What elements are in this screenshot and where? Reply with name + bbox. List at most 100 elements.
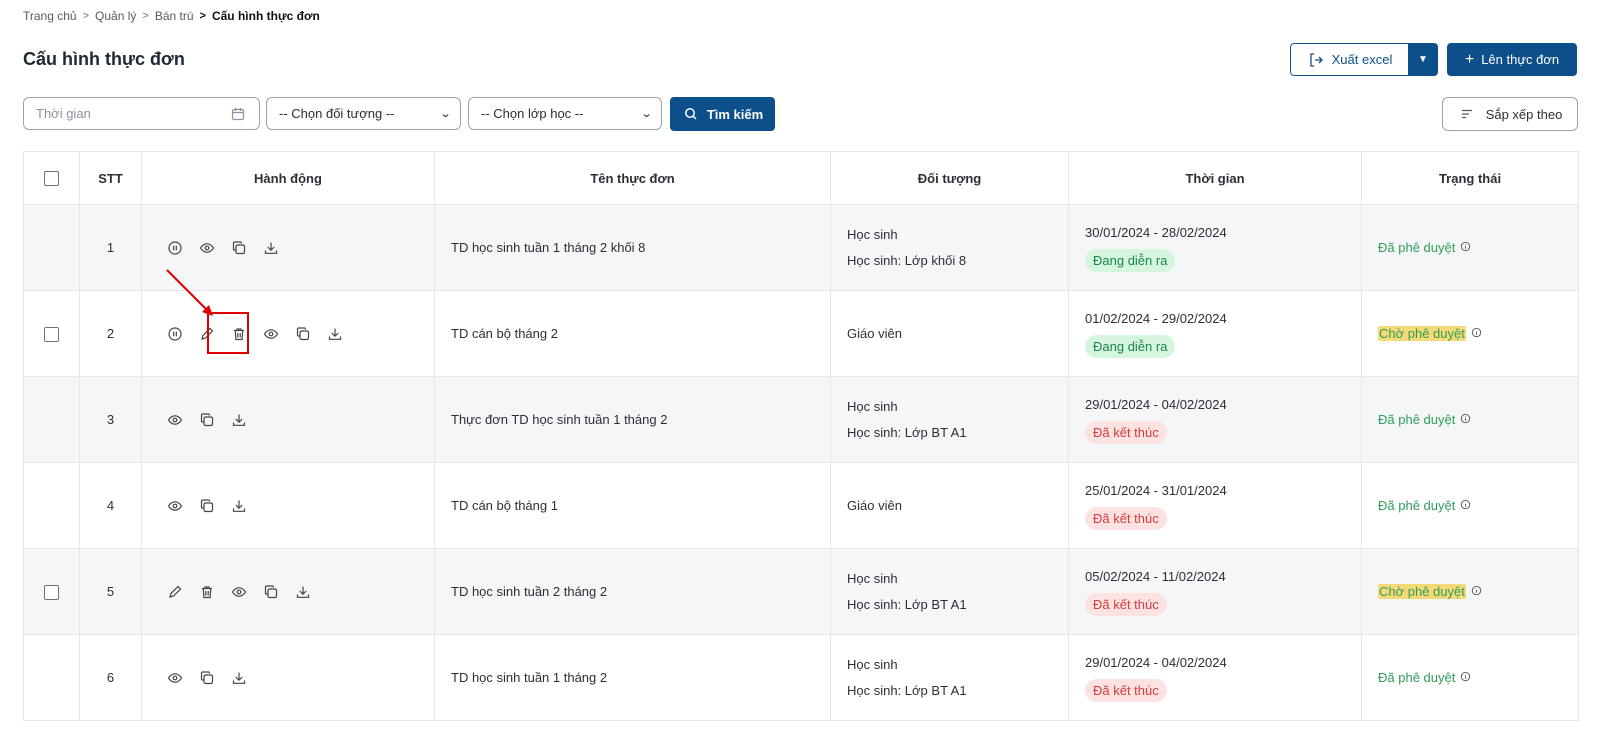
date-filter-input[interactable]: Thời gian bbox=[23, 97, 260, 130]
row-target-line: Học sinh bbox=[847, 398, 898, 414]
search-button[interactable]: Tìm kiếm bbox=[670, 97, 775, 131]
info-icon[interactable] bbox=[1460, 498, 1471, 513]
row-select-cell bbox=[23, 204, 80, 291]
export-dropdown-toggle[interactable]: ▼ bbox=[1408, 43, 1438, 76]
row-menu-name[interactable]: TD cán bộ tháng 1 bbox=[434, 462, 831, 549]
row-checkbox[interactable] bbox=[44, 584, 59, 600]
export-icon bbox=[1307, 51, 1325, 69]
chevron-down-icon: ⌄ bbox=[439, 108, 452, 120]
class-select-value: -- Chọn lớp học -- bbox=[481, 106, 584, 121]
pause-icon[interactable] bbox=[166, 325, 184, 343]
row-date-range: 01/02/2024 - 29/02/2024 bbox=[1085, 311, 1227, 326]
delete-trash-icon[interactable] bbox=[230, 325, 248, 343]
info-icon[interactable] bbox=[1471, 584, 1482, 599]
new-menu-button[interactable]: + Lên thực đơn bbox=[1447, 43, 1577, 76]
page-title: Cấu hình thực đơn bbox=[23, 49, 185, 69]
copy-icon[interactable] bbox=[198, 411, 216, 429]
row-target: Giáo viên bbox=[830, 290, 1069, 377]
row-target: Học sinh Học sinh: Lớp BT A1 bbox=[830, 376, 1069, 463]
status-badge: Đã phê duyệt bbox=[1378, 670, 1456, 685]
view-eye-icon[interactable] bbox=[262, 325, 280, 343]
delete-trash-icon[interactable] bbox=[198, 583, 216, 601]
row-actions bbox=[141, 462, 435, 549]
view-eye-icon[interactable] bbox=[166, 669, 184, 687]
search-label: Tìm kiếm bbox=[706, 106, 764, 122]
breadcrumb-home[interactable]: Trang chủ bbox=[23, 9, 77, 23]
row-stt: 4 bbox=[79, 462, 142, 549]
row-menu-name[interactable]: Thực đơn TD học sinh tuần 1 tháng 2 bbox=[434, 376, 831, 463]
download-icon[interactable] bbox=[326, 325, 344, 343]
breadcrumb-current: Cấu hình thực đơn bbox=[211, 9, 320, 23]
copy-icon[interactable] bbox=[230, 239, 248, 257]
view-eye-icon[interactable] bbox=[166, 497, 184, 515]
select-all-checkbox[interactable] bbox=[44, 171, 59, 187]
row-checkbox[interactable] bbox=[44, 326, 59, 342]
copy-icon[interactable] bbox=[198, 497, 216, 515]
info-icon[interactable] bbox=[1460, 670, 1471, 685]
row-target: Học sinh Học sinh: Lớp khối 8 bbox=[830, 204, 1069, 291]
view-eye-icon[interactable] bbox=[230, 583, 248, 601]
row-status: Chờ phê duyệt bbox=[1361, 548, 1579, 635]
phase-badge: Đang diễn ra bbox=[1085, 335, 1176, 358]
row-date-range: 25/01/2024 - 31/01/2024 bbox=[1085, 483, 1227, 498]
date-filter-placeholder: Thời gian bbox=[36, 106, 91, 121]
breadcrumb-manage[interactable]: Quản lý bbox=[95, 9, 136, 23]
caret-down-icon: ▼ bbox=[1418, 54, 1428, 65]
row-stt: 1 bbox=[79, 204, 142, 291]
row-target-line: Học sinh: Lớp khối 8 bbox=[847, 252, 967, 268]
table-header-row: STT Hành động Tên thực đơn Đối tượng Thờ… bbox=[23, 151, 1579, 205]
row-status: Đã phê duyệt bbox=[1361, 462, 1579, 549]
copy-icon[interactable] bbox=[198, 669, 216, 687]
row-select-cell bbox=[23, 634, 80, 721]
row-select-cell bbox=[23, 376, 80, 463]
edit-pencil-icon[interactable] bbox=[166, 583, 184, 601]
row-date-range: 05/02/2024 - 11/02/2024 bbox=[1085, 569, 1226, 584]
sort-button[interactable]: Sắp xếp theo bbox=[1442, 97, 1578, 131]
export-excel-button[interactable]: Xuất excel bbox=[1290, 43, 1408, 76]
row-select-cell bbox=[23, 462, 80, 549]
row-select-cell bbox=[23, 290, 80, 377]
header-name: Tên thực đơn bbox=[434, 151, 831, 205]
breadcrumb-separator-icon: > bbox=[142, 10, 149, 22]
download-icon[interactable] bbox=[230, 411, 248, 429]
row-menu-name[interactable]: TD cán bộ tháng 2 bbox=[434, 290, 831, 377]
download-icon[interactable] bbox=[230, 497, 248, 515]
info-icon[interactable] bbox=[1471, 326, 1482, 341]
info-icon[interactable] bbox=[1460, 240, 1471, 255]
row-status: Đã phê duyệt bbox=[1361, 634, 1579, 721]
download-icon[interactable] bbox=[230, 669, 248, 687]
row-actions bbox=[141, 634, 435, 721]
status-badge: Chờ phê duyệt bbox=[1378, 584, 1466, 599]
class-select[interactable]: -- Chọn lớp học -- ⌄ bbox=[468, 97, 662, 130]
view-eye-icon[interactable] bbox=[198, 239, 216, 257]
copy-icon[interactable] bbox=[262, 583, 280, 601]
row-menu-name[interactable]: TD học sinh tuần 2 tháng 2 bbox=[434, 548, 831, 635]
header-time: Thời gian bbox=[1068, 151, 1362, 205]
download-icon[interactable] bbox=[262, 239, 280, 257]
download-icon[interactable] bbox=[294, 583, 312, 601]
info-icon[interactable] bbox=[1460, 412, 1471, 427]
table-row: 5 TD học sinh tuần 2 tháng 2 Học sinh Họ… bbox=[23, 548, 1579, 635]
calendar-icon[interactable] bbox=[229, 105, 247, 123]
row-status: Đã phê duyệt bbox=[1361, 376, 1579, 463]
view-eye-icon[interactable] bbox=[166, 411, 184, 429]
table-row: 2 TD cán bộ tháng 2 Giáo viên 01/02/2024… bbox=[23, 290, 1579, 377]
edit-pencil-icon[interactable] bbox=[198, 325, 216, 343]
phase-badge: Đang diễn ra bbox=[1085, 249, 1176, 272]
row-time: 29/01/2024 - 04/02/2024 Đã kết thúc bbox=[1068, 634, 1362, 721]
breadcrumb-boarding[interactable]: Bán trú bbox=[155, 9, 194, 23]
row-date-range: 29/01/2024 - 04/02/2024 bbox=[1085, 397, 1227, 412]
copy-icon[interactable] bbox=[294, 325, 312, 343]
target-select[interactable]: -- Chọn đối tượng -- ⌄ bbox=[266, 97, 461, 130]
chevron-down-icon: ⌄ bbox=[640, 108, 653, 120]
breadcrumb-separator-icon: > bbox=[82, 10, 90, 22]
row-target-line: Giáo viên bbox=[847, 325, 902, 341]
phase-badge: Đã kết thúc bbox=[1085, 421, 1167, 444]
table-row: 3 Thực đơn TD học sinh tuần 1 tháng 2 Họ… bbox=[23, 376, 1579, 463]
pause-icon[interactable] bbox=[166, 239, 184, 257]
row-time: 25/01/2024 - 31/01/2024 Đã kết thúc bbox=[1068, 462, 1362, 549]
phase-badge: Đã kết thúc bbox=[1085, 593, 1167, 616]
row-menu-name[interactable]: TD học sinh tuần 1 tháng 2 bbox=[434, 634, 831, 721]
row-target-line: Giáo viên bbox=[847, 497, 902, 513]
row-menu-name[interactable]: TD học sinh tuần 1 tháng 2 khối 8 bbox=[434, 204, 831, 291]
